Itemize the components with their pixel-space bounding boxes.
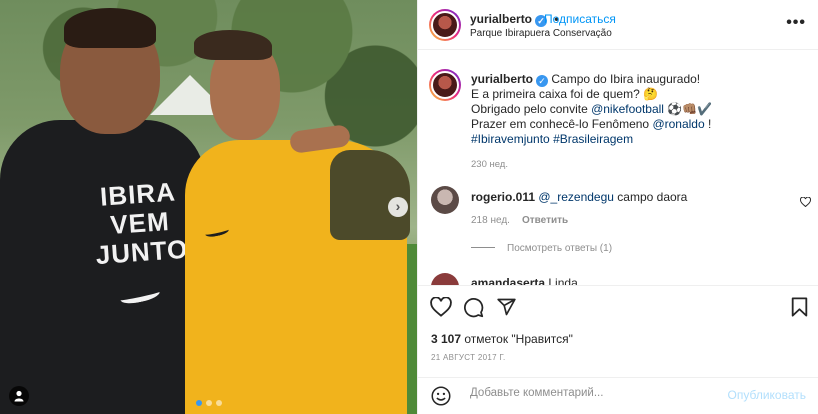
caption-timestamp[interactable]: 230 нед. [471,157,801,172]
hashtag-link[interactable]: #Brasileiragem [553,132,633,146]
avatar[interactable] [431,186,459,214]
caption-emoji: ⚽👊🏽✔️ [663,102,713,116]
caption-line: E a primeira caixa foi de quem? 🤔 [471,87,659,101]
post-side-panel: yurialberto ✓ • Подписаться Parque Ibirap… [417,0,818,414]
tag-user-icon[interactable] [9,386,29,406]
avatar[interactable] [431,273,459,285]
emoji-icon[interactable] [431,386,451,409]
comment-username[interactable]: rogerio.011 [471,190,535,204]
replies-divider [471,247,495,248]
location-link[interactable]: Parque Ibirapuera Conservação [470,28,612,39]
caption-line: Prazer em conhecê-lo Fenômeno [471,117,653,131]
mention-link[interactable]: @ronaldo [652,117,704,131]
caption-line-suffix: ! [704,117,712,131]
comment-timestamp[interactable]: 218 нед. [471,215,510,226]
verified-icon: ✓ [536,75,549,87]
post-photo[interactable]: IBIRA VEM JUNTO › [0,0,417,414]
comments-list: yurialberto ✓ Campo do Ibira inaugurado! … [418,50,818,285]
bookmark-icon[interactable] [791,297,808,320]
more-icon[interactable]: ••• [786,14,806,32]
comment-icon[interactable] [463,297,484,321]
post-date[interactable]: 21 АВГУСТ 2017 Г. [431,353,506,362]
avatar[interactable] [429,9,461,41]
caption-username[interactable]: yurialberto [471,72,533,86]
likes-number: 3 107 [431,332,462,346]
likes-count[interactable]: 3 107 отметок "Нравится" [431,332,573,346]
comment-username[interactable]: amandaserta [471,276,545,285]
shirt-print: IBIRA VEM JUNTO [87,176,193,271]
header-username[interactable]: yurialberto [470,12,532,26]
hashtag-link[interactable]: #Ibiravemjunto [471,132,550,146]
next-arrow-icon[interactable]: › [388,197,408,217]
share-icon[interactable] [496,297,517,320]
mention-link[interactable]: @_rezendegu [538,190,614,204]
post-actions: 3 107 отметок "Нравится" 21 АВГУСТ 2017 … [418,285,818,373]
mention-link[interactable]: @nikefootball [591,102,664,116]
carousel-dot [216,400,222,406]
person-right-hair [194,30,272,60]
view-replies-button[interactable]: Посмотреть ответы (1) [471,243,612,254]
comment-body: campo daora [613,190,688,204]
carousel-dot-active [196,400,202,406]
post-header: yurialberto ✓ • Подписаться Parque Ibirap… [418,0,818,50]
post-caption: yurialberto ✓ Campo do Ibira inaugurado! … [471,72,801,172]
person-right-sleeve [330,150,410,240]
avatar[interactable] [429,69,461,101]
carousel-indicator [196,400,222,406]
follow-button[interactable]: Подписаться [544,12,616,26]
comment-meta: 218 нед. Ответить [471,215,580,226]
comment-input[interactable] [470,387,730,399]
caption-line: Obrigado pelo convite [471,102,592,116]
carousel-dot [206,400,212,406]
comment-body: Linda [545,276,578,285]
likes-label: отметок "Нравится" [461,332,573,346]
add-comment-bar: Опубликовать [418,377,818,414]
comment-text: amandaserta Linda [471,276,578,285]
view-replies-label: Посмотреть ответы (1) [507,243,613,254]
caption-line: Campo do Ibira inaugurado! [551,72,701,86]
heart-icon[interactable] [430,296,452,320]
reply-button[interactable]: Ответить [522,215,568,226]
publish-button[interactable]: Опубликовать [728,388,806,402]
comment-text: rogerio.011 @_rezendegu campo daora [471,190,687,204]
heart-icon[interactable] [799,196,812,210]
person-left-hair [64,8,156,48]
